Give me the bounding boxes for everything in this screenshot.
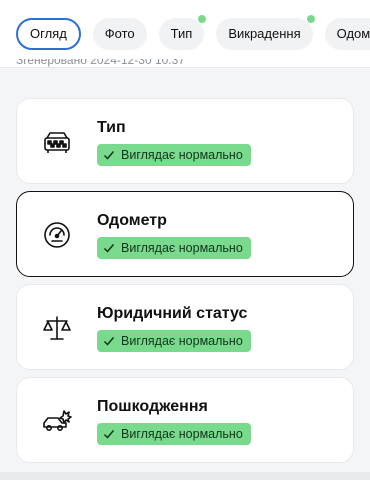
check-list: Тип Виглядає нормально Одометр Виглядає … [16, 98, 354, 470]
status-text: Виглядає нормально [121, 427, 243, 441]
status-dot [306, 14, 315, 23]
check-card-odometer[interactable]: Одометр Виглядає нормально [16, 191, 354, 277]
check-icon [103, 151, 115, 160]
check-card-damage[interactable]: Пошкодження Виглядає нормально [16, 377, 354, 463]
status-badge: Виглядає нормально [97, 330, 251, 352]
status-badge: Виглядає нормально [97, 423, 251, 445]
tab-theft[interactable]: Викрадення [216, 14, 315, 50]
tab-label: Огляд [30, 26, 67, 41]
tab-label: Тип [170, 26, 193, 41]
speedometer-icon [44, 222, 70, 248]
status-text: Виглядає нормально [121, 334, 243, 348]
status-badge: Виглядає нормально [97, 144, 251, 166]
tab-label: Фото [104, 26, 135, 41]
tab-label: Одометр [336, 26, 370, 41]
card-title: Пошкодження [97, 398, 208, 415]
status-text: Виглядає нормально [121, 241, 243, 255]
scales-icon [43, 316, 71, 340]
card-title: Юридичний статус [97, 305, 248, 322]
tab-odometer[interactable]: Одометр [324, 17, 370, 50]
tab-overview[interactable]: Огляд [16, 17, 81, 50]
taxi-icon [44, 132, 70, 153]
status-dot [198, 14, 207, 23]
card-title: Тип [97, 119, 126, 136]
check-icon [103, 337, 115, 346]
card-title: Одометр [97, 212, 167, 229]
status-text: Виглядає нормально [121, 148, 243, 162]
tab-photo[interactable]: Фото [92, 17, 147, 50]
check-card-type[interactable]: Тип Виглядає нормально [16, 98, 354, 184]
bottom-divider [0, 472, 370, 480]
check-icon [103, 244, 115, 253]
car-crash-icon [43, 410, 72, 431]
report-tabs: Огляд Фото Тип Викрадення Одометр Юр [0, 0, 370, 68]
generated-date: Згенеровано 2024-12-30 10:37 [16, 59, 185, 67]
tab-label: Викрадення [228, 26, 301, 41]
status-badge: Виглядає нормально [97, 237, 251, 259]
check-icon [103, 430, 115, 439]
check-card-legal[interactable]: Юридичний статус Виглядає нормально [16, 284, 354, 370]
tab-type[interactable]: Тип [158, 14, 207, 50]
